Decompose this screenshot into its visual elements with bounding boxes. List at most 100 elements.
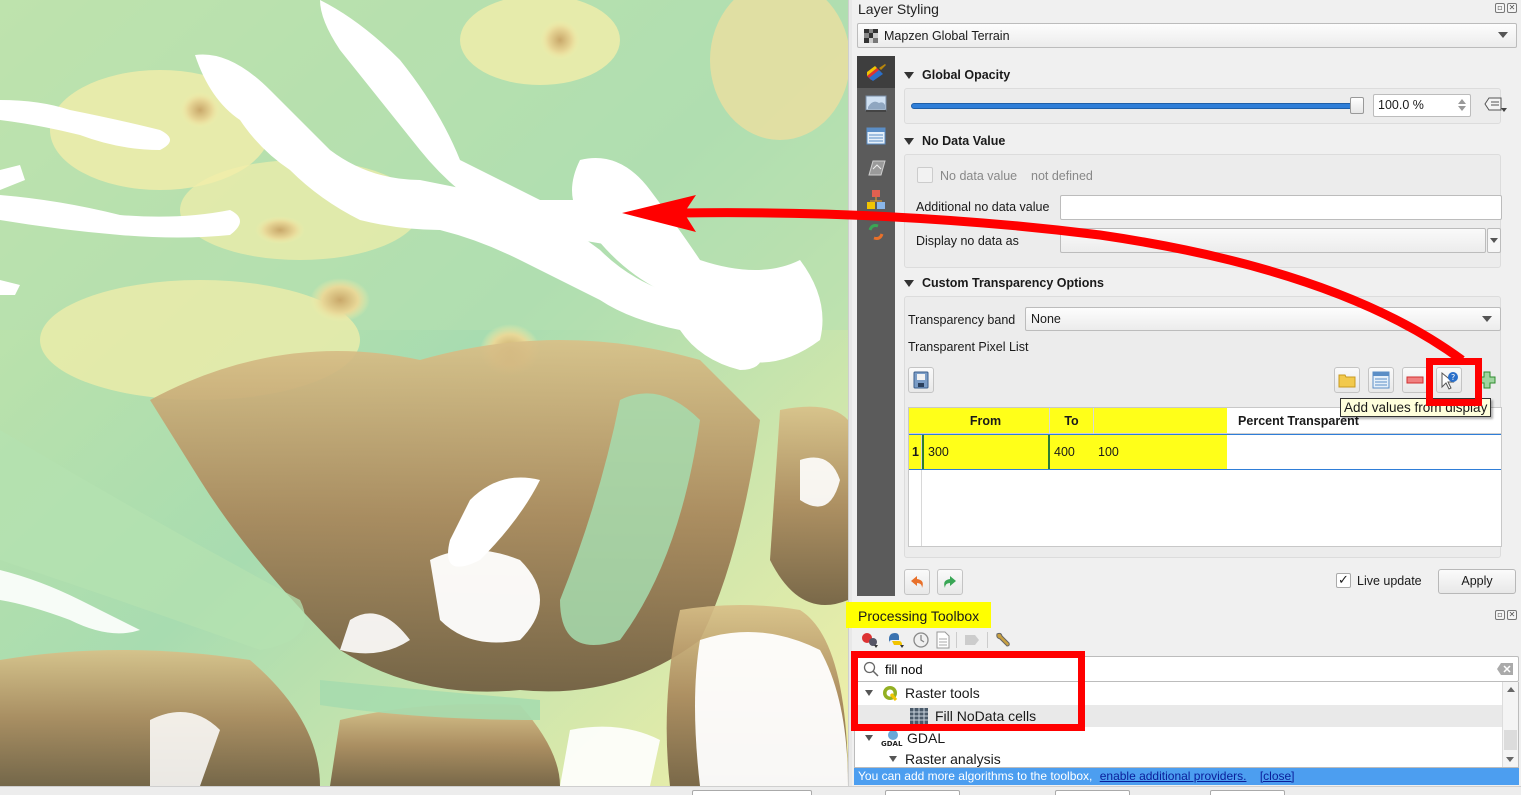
right-dock-panel: Layer Styling ▫ ✕ Mapzen Global Terrain xyxy=(846,0,1521,786)
chevron-down-icon xyxy=(1490,238,1498,243)
paintbrush-icon xyxy=(867,64,886,81)
collapse-triangle-icon xyxy=(904,137,914,145)
import-from-file-button[interactable] xyxy=(1334,367,1360,393)
tree-item-gdal[interactable]: GDAL GDAL xyxy=(865,727,945,749)
undo-icon xyxy=(911,576,923,588)
qgis-window: Layer Styling ▫ ✕ Mapzen Global Terrain xyxy=(0,0,1521,795)
export-to-file-button[interactable] xyxy=(908,367,934,393)
python-scripts-icon[interactable] xyxy=(886,631,906,649)
tab-transparency[interactable] xyxy=(857,88,895,120)
scroll-down-arrow[interactable] xyxy=(1506,757,1514,762)
redo-icon xyxy=(944,576,956,588)
processing-toolbox: Processing Toolbox ▫ ✕ fill nod Raster t… xyxy=(846,600,1521,786)
map-canvas[interactable] xyxy=(0,0,848,786)
additional-no-data-input[interactable] xyxy=(1060,195,1502,220)
status-magnifier-field[interactable] xyxy=(1055,790,1130,795)
save-icon xyxy=(913,371,929,389)
tree-label: Raster analysis xyxy=(905,751,1001,767)
expand-triangle-icon xyxy=(865,690,873,696)
apply-button[interactable]: Apply xyxy=(1438,569,1516,594)
search-icon xyxy=(863,661,879,677)
cell-from[interactable]: 300 xyxy=(922,435,1050,469)
close-dock-button[interactable]: ✕ xyxy=(1507,3,1517,13)
global-opacity-header[interactable]: Global Opacity xyxy=(904,68,1010,82)
scroll-up-arrow[interactable] xyxy=(1506,687,1515,692)
status-coordinate-field[interactable] xyxy=(692,790,812,795)
tree-label: Fill NoData cells xyxy=(935,708,1037,724)
transparency-band-label: Transparency band xyxy=(908,313,1016,327)
tab-pyramids[interactable] xyxy=(857,184,895,216)
cell-to[interactable]: 400 xyxy=(1050,435,1094,469)
tree-item-fill-nodata-cells[interactable]: Fill NoData cells xyxy=(909,705,1036,727)
data-defined-override-icon[interactable] xyxy=(1483,95,1509,115)
additional-no-data-label: Additional no data value xyxy=(916,200,1050,214)
column-header-from[interactable]: From xyxy=(922,408,1050,434)
opacity-spinbox[interactable]: 100.0 % xyxy=(1373,94,1471,117)
edit-features-in-place-icon[interactable] xyxy=(963,631,981,649)
spin-arrows[interactable] xyxy=(1456,97,1468,114)
chevron-down-icon xyxy=(1482,316,1492,322)
tab-rendering[interactable] xyxy=(857,152,895,184)
pointer-query-icon: ? xyxy=(1441,371,1458,390)
raster-transparency-icon xyxy=(865,95,887,112)
scrollbar-thumb[interactable] xyxy=(1504,730,1517,750)
layer-select-combo[interactable]: Mapzen Global Terrain xyxy=(857,23,1517,48)
tree-item-raster-analysis[interactable]: Raster analysis xyxy=(889,748,1001,767)
opacity-value: 100.0 % xyxy=(1378,98,1424,112)
tab-history[interactable] xyxy=(857,216,895,248)
results-viewer-icon[interactable] xyxy=(936,631,950,649)
tree-scrollbar[interactable] xyxy=(1502,682,1518,767)
custom-transparency-header[interactable]: Custom Transparency Options xyxy=(904,276,1104,290)
add-value-button[interactable] xyxy=(1474,367,1500,393)
live-update-checkbox[interactable]: ✓ xyxy=(1336,573,1351,588)
column-header-to[interactable]: To xyxy=(1050,408,1094,434)
cell-percent[interactable]: 100 xyxy=(1094,435,1194,469)
status-bar xyxy=(0,786,1521,795)
tree-label: Raster tools xyxy=(905,685,980,701)
opacity-slider[interactable] xyxy=(911,103,1357,109)
tab-histogram[interactable] xyxy=(857,120,895,152)
no-data-group: No data value not defined Additional no … xyxy=(904,154,1502,268)
layer-styling-title: Layer Styling xyxy=(858,1,939,17)
transparent-pixel-table[interactable]: From To Percent Transparent 1 300 400 10… xyxy=(908,407,1502,547)
toolbox-search-field[interactable] xyxy=(854,656,1519,682)
no-data-color-button[interactable] xyxy=(1060,228,1486,253)
svg-text:GDAL: GDAL xyxy=(881,740,903,747)
no-data-value-text: not defined xyxy=(1031,169,1093,183)
options-wrench-icon[interactable] xyxy=(994,631,1012,649)
models-icon[interactable] xyxy=(860,631,880,649)
algorithm-tree: Raster tools Fill NoData cells GDAL GDAL xyxy=(854,682,1519,768)
close-dock-button[interactable]: ✕ xyxy=(1507,610,1517,620)
remove-value-button[interactable] xyxy=(1402,367,1428,393)
table-row[interactable]: 1 300 400 100 xyxy=(909,434,1501,470)
transparency-band-combo[interactable]: None xyxy=(1025,307,1501,331)
float-dock-button[interactable]: ▫ xyxy=(1495,610,1505,620)
status-rotation-field[interactable] xyxy=(1210,790,1285,795)
gdal-icon: GDAL xyxy=(881,730,903,747)
tab-symbology[interactable] xyxy=(857,56,895,88)
close-info-link[interactable]: [close] xyxy=(1260,769,1295,783)
display-no-data-label: Display no data as xyxy=(916,234,1019,248)
toolbox-dock-controls: ▫ ✕ xyxy=(1495,610,1517,620)
clear-search-icon[interactable] xyxy=(1496,662,1514,676)
providers-info-bar: You can add more algorithms to the toolb… xyxy=(854,768,1519,785)
undo-button[interactable] xyxy=(904,569,930,595)
opacity-slider-handle[interactable] xyxy=(1350,97,1364,114)
live-update-label: Live update xyxy=(1357,574,1422,588)
enable-providers-link[interactable]: enable additional providers. xyxy=(1100,769,1247,783)
no-data-checkbox[interactable] xyxy=(917,167,933,183)
add-values-from-display-button[interactable]: ? xyxy=(1436,367,1462,393)
no-data-color-dropdown[interactable] xyxy=(1487,228,1501,253)
no-data-checkbox-label: No data value xyxy=(940,169,1018,183)
float-dock-button[interactable]: ▫ xyxy=(1495,3,1505,13)
transparent-pixel-list-label: Transparent Pixel List xyxy=(908,340,1029,354)
default-values-button[interactable] xyxy=(1368,367,1394,393)
custom-transparency-group: Transparency band None Transparent Pixel… xyxy=(904,296,1502,558)
no-data-header[interactable]: No Data Value xyxy=(904,134,1005,148)
redo-button[interactable] xyxy=(937,569,963,595)
toolbox-search-input[interactable] xyxy=(885,660,1485,678)
tree-item-raster-tools[interactable]: Raster tools xyxy=(865,682,980,704)
status-scale-field[interactable] xyxy=(885,790,960,795)
tooltip: Add values from display xyxy=(1340,398,1492,417)
history-clock-icon[interactable] xyxy=(912,631,930,649)
